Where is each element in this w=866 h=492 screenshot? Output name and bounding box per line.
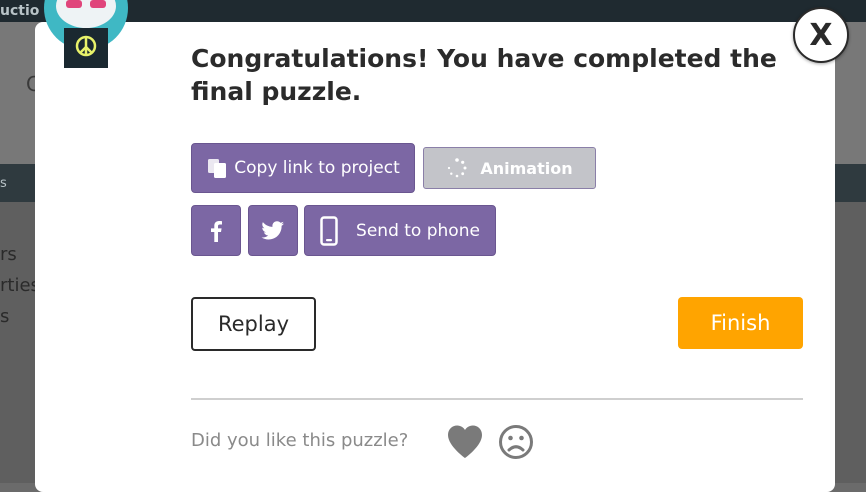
spinner-icon: [448, 158, 467, 178]
background-topbar-text: uctio: [0, 3, 40, 19]
copy-icon: [208, 159, 227, 178]
send-to-phone-button[interactable]: Send to phone: [304, 205, 496, 256]
animation-button[interactable]: Animation: [423, 147, 596, 189]
animation-label: Animation: [480, 158, 573, 178]
background-list-item: rties: [0, 275, 40, 296]
sad-face-icon[interactable]: [498, 424, 534, 460]
heart-icon[interactable]: [446, 424, 484, 460]
copy-link-button[interactable]: Copy link to project: [191, 143, 415, 193]
background-list-item: rs: [0, 244, 17, 265]
copy-link-label: Copy link to project: [234, 158, 400, 178]
mascot-cat-icon: [44, 0, 128, 68]
send-to-phone-label: Send to phone: [356, 220, 480, 241]
background-list-item: s: [0, 306, 10, 327]
phone-icon: [320, 215, 338, 246]
facebook-icon: [211, 220, 222, 242]
twitter-share-button[interactable]: [248, 205, 298, 256]
facebook-share-button[interactable]: [191, 205, 241, 256]
replay-button[interactable]: Replay: [191, 297, 316, 351]
finish-button[interactable]: Finish: [678, 297, 803, 349]
feedback-prompt: Did you like this puzzle?: [191, 430, 409, 451]
dialog-title: Congratulations! You have completed the …: [191, 44, 777, 106]
divider: [191, 398, 803, 400]
twitter-icon: [261, 220, 284, 239]
background-nav-text: s: [0, 176, 7, 191]
